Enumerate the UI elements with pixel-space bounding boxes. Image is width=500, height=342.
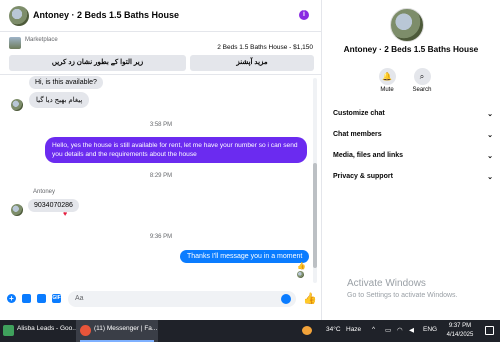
contact-avatar[interactable] bbox=[9, 6, 29, 26]
conversation-info-panel: Antoney · 2 Beds 1.5 Baths House 🔔 Mute … bbox=[322, 0, 500, 320]
search-label: Search bbox=[412, 87, 432, 93]
taskbar-item-sheets[interactable]: Alisba Leads - Goo... bbox=[17, 325, 78, 332]
message-outgoing: Hello, yes the house is still available … bbox=[45, 137, 307, 163]
info-icon[interactable]: i bbox=[299, 10, 309, 20]
section-label: Customize chat bbox=[333, 110, 385, 117]
chevron-down-icon: ⌄ bbox=[487, 132, 493, 139]
clock-date: 4/14/2025 bbox=[446, 332, 474, 338]
section-label: Chat members bbox=[333, 131, 382, 138]
plus-icon[interactable]: + bbox=[7, 294, 16, 303]
thumbs-up-reaction-icon: 👍 bbox=[297, 263, 306, 270]
temperature[interactable]: 34°C bbox=[326, 326, 341, 333]
volume-icon[interactable]: ◀ bbox=[409, 326, 414, 334]
info-avatar[interactable] bbox=[390, 8, 424, 42]
listing-title-price[interactable]: 2 Beds 1.5 Baths House - $1,150 bbox=[217, 44, 313, 51]
chat-title[interactable]: Antoney · 2 Beds 1.5 Baths House bbox=[33, 10, 179, 20]
search-icon: ⌕ bbox=[413, 68, 431, 85]
section-chat-members[interactable]: Chat members ⌄ bbox=[333, 131, 493, 145]
message-incoming: Hi, is this available? bbox=[29, 76, 103, 89]
messenger-window: Antoney · 2 Beds 1.5 Baths House i Marke… bbox=[0, 0, 500, 320]
message-input-placeholder: Aa bbox=[75, 295, 84, 302]
contact-avatar-small[interactable] bbox=[11, 204, 23, 216]
composer-bar: + GIF Aa 👍 bbox=[0, 286, 322, 312]
message-thread: Hi, is this available? پیغام بھیج دیا گی… bbox=[0, 75, 322, 285]
marketplace-banner: Marketplace 2 Beds 1.5 Baths House - $1,… bbox=[0, 32, 322, 75]
timestamp: 8:29 PM bbox=[149, 173, 173, 179]
more-options-button[interactable]: مزید آپشنز bbox=[190, 55, 314, 71]
sticker-icon[interactable] bbox=[37, 294, 46, 303]
system-clock[interactable]: 9:37 PM 4/14/2025 bbox=[440, 322, 480, 340]
wifi-icon[interactable]: ◠ bbox=[397, 326, 403, 334]
mute-label: Mute bbox=[380, 87, 394, 93]
chevron-down-icon: ⌄ bbox=[487, 174, 493, 181]
scrollbar-thumb[interactable] bbox=[313, 163, 317, 268]
chevron-down-icon: ⌄ bbox=[487, 111, 493, 118]
taskbar-item-messenger[interactable]: (11) Messenger | Fa... bbox=[94, 325, 157, 332]
listing-thumbnail[interactable] bbox=[9, 37, 21, 49]
message-input[interactable]: Aa bbox=[68, 291, 296, 307]
chevron-up-icon[interactable]: ^ bbox=[372, 326, 375, 333]
activate-windows-subtitle: Go to Settings to activate Windows. bbox=[347, 292, 458, 299]
activate-windows-title: Activate Windows bbox=[347, 278, 426, 289]
message-incoming: 9034070286 bbox=[28, 199, 79, 212]
like-icon[interactable]: 👍 bbox=[303, 292, 317, 305]
section-media-files-links[interactable]: Media, files and links ⌄ bbox=[333, 152, 493, 166]
contact-avatar-small[interactable] bbox=[11, 99, 23, 111]
marketplace-label: Marketplace bbox=[25, 37, 58, 43]
section-customize-chat[interactable]: Customize chat ⌄ bbox=[333, 110, 493, 124]
network-icon[interactable]: ▭ bbox=[385, 326, 391, 334]
weather-icon[interactable] bbox=[302, 326, 312, 335]
weather-condition[interactable]: Haze bbox=[346, 326, 361, 333]
sheets-app-icon[interactable] bbox=[3, 325, 14, 336]
chat-panel: Antoney · 2 Beds 1.5 Baths House i Marke… bbox=[0, 0, 322, 320]
chrome-app-icon[interactable] bbox=[80, 325, 91, 336]
image-icon[interactable] bbox=[22, 294, 31, 303]
seen-avatar-icon bbox=[297, 271, 304, 278]
timestamp: 9:36 PM bbox=[149, 234, 173, 240]
info-title: Antoney · 2 Beds 1.5 Baths House bbox=[343, 44, 479, 54]
message-outgoing: Thanks I'll message you in a moment bbox=[180, 250, 310, 263]
clock-time: 9:37 PM bbox=[448, 323, 472, 329]
message-scrollbar[interactable] bbox=[313, 78, 317, 283]
section-label: Privacy & support bbox=[333, 173, 393, 180]
chat-header: Antoney · 2 Beds 1.5 Baths House i bbox=[0, 0, 322, 32]
language-indicator[interactable]: ENG bbox=[423, 326, 437, 333]
timestamp: 3:58 PM bbox=[149, 122, 173, 128]
mark-pending-button[interactable]: زیر التوا کے بطور نشان زد کریں bbox=[9, 55, 186, 71]
sender-name: Antoney bbox=[33, 189, 56, 195]
bell-icon: 🔔 bbox=[378, 68, 396, 85]
chevron-down-icon: ⌄ bbox=[487, 153, 493, 160]
windows-taskbar: Alisba Leads - Goo... (11) Messenger | F… bbox=[0, 320, 500, 342]
search-button[interactable]: ⌕ Search bbox=[402, 68, 442, 93]
section-privacy-support[interactable]: Privacy & support ⌄ bbox=[333, 173, 493, 187]
notification-icon[interactable] bbox=[485, 326, 494, 335]
section-label: Media, files and links bbox=[333, 152, 404, 159]
gif-icon[interactable]: GIF bbox=[52, 294, 61, 303]
emoji-icon[interactable] bbox=[281, 294, 291, 304]
mute-button[interactable]: 🔔 Mute bbox=[367, 68, 407, 93]
message-incoming: پیغام بھیج دیا گیا bbox=[29, 92, 90, 108]
heart-reaction-icon: ♥ bbox=[63, 211, 68, 218]
